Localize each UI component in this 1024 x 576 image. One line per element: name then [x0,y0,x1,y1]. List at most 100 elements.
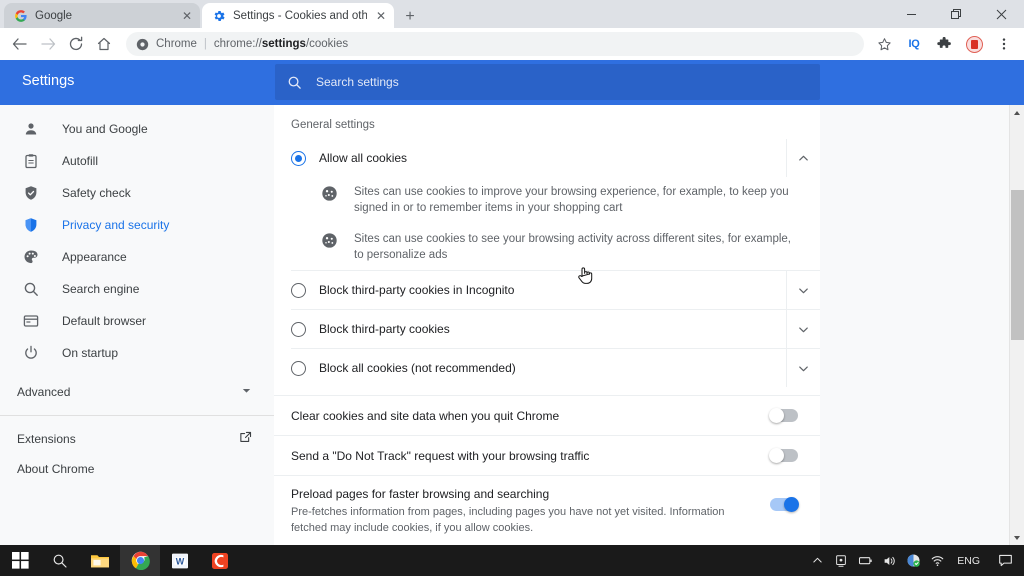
sidebar-item-you-and-google[interactable]: You and Google [0,113,274,145]
sidebar-item-autofill[interactable]: Autofill [0,145,274,177]
address-bar[interactable]: Chrome | chrome://settings/cookies [126,32,864,56]
sidebar-about-label: About Chrome [17,462,95,476]
toggle-switch[interactable] [770,497,799,513]
tab-settings[interactable]: Settings - Cookies and other site ✕ [202,3,394,28]
page-scrollbar[interactable] [1009,105,1024,545]
word-taskbar-icon[interactable]: W [160,545,200,576]
search-taskbar-icon[interactable] [40,545,80,576]
chevron-down-icon[interactable] [786,271,820,310]
battery-icon[interactable] [853,545,877,576]
radio-button[interactable] [291,150,306,166]
sidebar-item-label: Search engine [62,282,140,296]
omnibox-url: chrome://settings/cookies [214,38,348,50]
wifi-icon[interactable] [925,545,949,576]
google-icon [15,9,27,22]
omnibox-separator: | [203,38,207,50]
cookie-icon [321,185,338,202]
radio-option-allow-all-cookies[interactable]: Allow all cookies [274,139,820,177]
sidebar-item-safety-check[interactable]: Safety check [0,177,274,209]
extension-iq-icon[interactable]: IQ [900,30,928,58]
clipboard-icon [22,152,40,170]
sidebar-extensions-label: Extensions [17,432,76,446]
chevron-up-icon[interactable] [786,139,820,177]
close-button[interactable] [979,0,1024,28]
tray-expand-chevron[interactable] [805,545,829,576]
toggle-switch[interactable] [769,408,798,424]
three-dot-menu-icon[interactable] [990,30,1018,58]
security-icon[interactable] [901,545,925,576]
sidebar-item-extensions[interactable]: Extensions [0,424,274,454]
chrome-taskbar-icon[interactable] [120,545,160,576]
omnibox-site-label: Chrome [156,38,197,50]
cookie-detail-text: Sites can use cookies to improve your br… [354,186,789,215]
content-right-gutter [820,105,1009,545]
home-button[interactable] [90,30,118,58]
puzzle-piece-icon[interactable] [930,30,958,58]
search-settings-box[interactable]: Search settings [275,64,820,100]
new-tab-button[interactable]: + [399,6,421,28]
window-controls [889,0,1024,28]
sidebar-item-search-engine[interactable]: Search engine [0,273,274,305]
scroll-up-arrow[interactable] [1010,105,1024,120]
tab-title: Google [35,9,73,22]
file-explorer-icon[interactable] [80,545,120,576]
sidebar-item-label: Safety check [62,186,131,200]
sidebar-item-appearance[interactable]: Appearance [0,241,274,273]
sidebar-item-on-startup[interactable]: On startup [0,337,274,369]
settings-sidebar: You and Google Autofill Safety check Pri… [0,105,274,545]
search-icon [22,280,40,298]
radio-button[interactable] [291,321,306,337]
radio-option-block-third-party-incognito[interactable]: Block third-party cookies in Incognito [274,271,820,310]
power-icon [22,344,40,362]
toggle-switch[interactable] [769,448,798,464]
sidebar-item-default-browser[interactable]: Default browser [0,305,274,337]
scrollbar-thumb[interactable] [1011,190,1024,340]
browser-toolbar: Chrome | chrome://settings/cookies IQ [0,28,1024,60]
scroll-down-arrow[interactable] [1010,530,1024,545]
start-button[interactable] [0,545,40,576]
chevron-down-icon[interactable] [786,310,820,349]
cookie-detail-row: Sites can use cookies to improve your br… [274,177,820,224]
palette-icon [22,248,40,266]
chevron-down-icon[interactable] [786,349,820,388]
shield-check-icon [22,184,40,202]
restore-button[interactable] [934,0,979,28]
page-title: Settings [22,73,75,89]
section-title: General settings [291,119,375,131]
notification-icon[interactable] [988,545,1022,576]
toggle-row-preload-pages[interactable]: Preload pages for faster browsing and se… [274,476,820,545]
search-icon [288,76,301,89]
app-c-taskbar-icon[interactable] [200,545,240,576]
volume-icon[interactable] [877,545,901,576]
tray-language-label[interactable]: ENG [949,555,988,567]
radio-option-block-third-party[interactable]: Block third-party cookies [274,310,820,349]
radio-option-block-all-cookies[interactable]: Block all cookies (not recommended) [274,349,820,388]
radio-button[interactable] [291,282,306,298]
toggle-row-clear-cookies-on-quit[interactable]: Clear cookies and site data when you qui… [274,396,820,435]
reload-button[interactable] [62,30,90,58]
star-icon[interactable] [870,30,898,58]
browser-window: Google ✕ Settings - Cookies and other si… [0,0,1024,576]
system-tray: ENG [805,545,1024,576]
radio-label: Block all cookies (not recommended) [319,361,516,376]
minimize-button[interactable] [889,0,934,28]
sidebar-advanced-label: Advanced [17,385,71,399]
tab-google[interactable]: Google ✕ [4,3,200,28]
sidebar-item-privacy-and-security[interactable]: Privacy and security [0,209,274,241]
back-button[interactable] [6,30,34,58]
cookie-icon [321,232,338,249]
profile-avatar[interactable] [960,30,988,58]
sidebar-item-about-chrome[interactable]: About Chrome [0,454,274,484]
tab-close-icon[interactable]: ✕ [374,9,388,23]
toggle-sublabel: Pre-fetches information from pages, incl… [291,506,725,534]
radio-button[interactable] [291,360,306,376]
toggle-row-do-not-track[interactable]: Send a "Do Not Track" request with your … [274,436,820,475]
radio-label: Block third-party cookies in Incognito [319,283,515,298]
chevron-down-icon [241,385,252,399]
url-suffix: /cookies [305,38,349,50]
toggle-label: Send a "Do Not Track" request with your … [291,448,590,463]
tab-close-icon[interactable]: ✕ [180,9,194,23]
sidebar-item-advanced[interactable]: Advanced [0,375,274,409]
monitor-icon[interactable] [829,545,853,576]
forward-button[interactable] [34,30,62,58]
